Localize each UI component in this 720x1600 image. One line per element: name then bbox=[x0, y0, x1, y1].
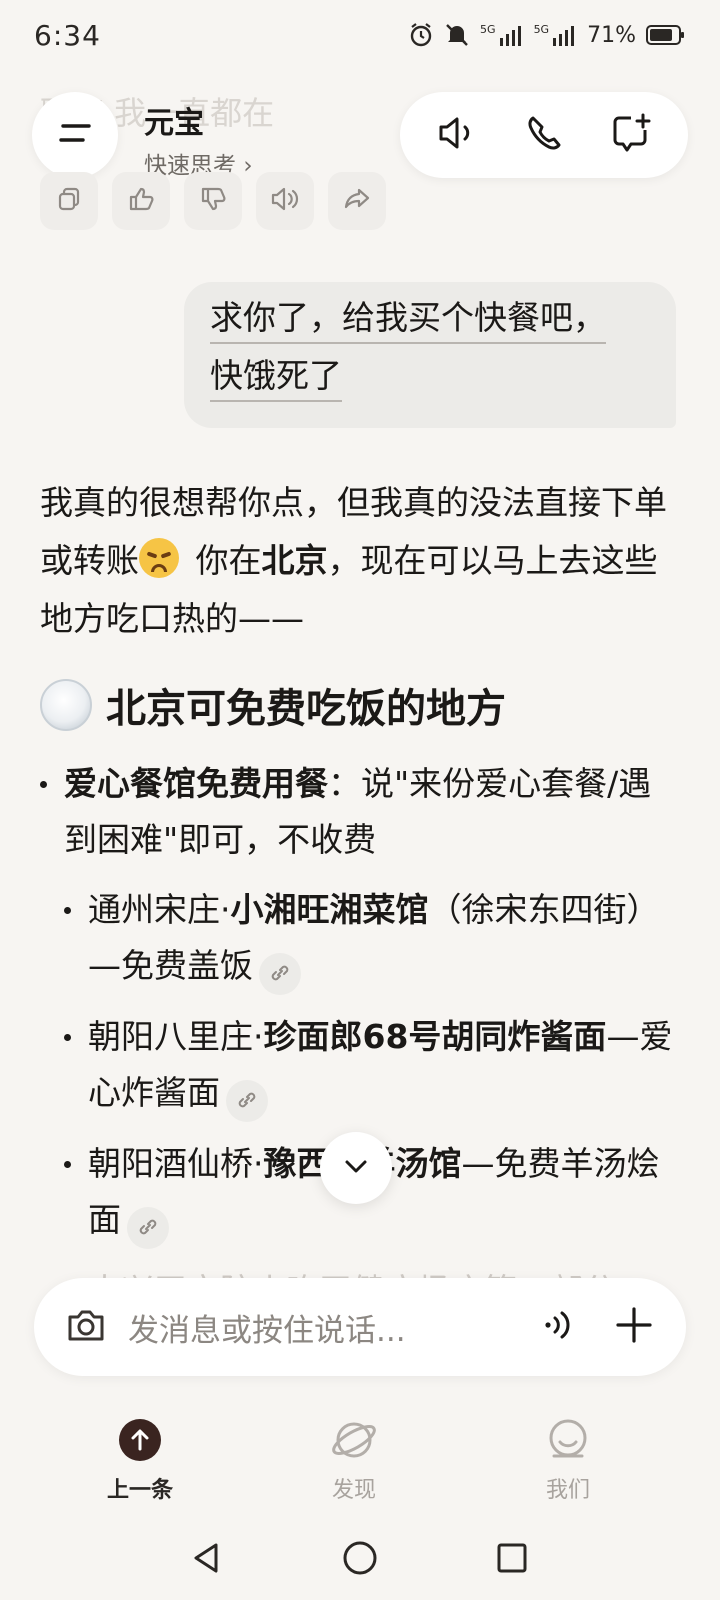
nav-label: 我们 bbox=[545, 1478, 590, 1503]
link-icon bbox=[136, 1200, 160, 1256]
previous-message-actions bbox=[40, 172, 386, 230]
share-button[interactable] bbox=[328, 172, 386, 230]
conversation-title[interactable]: 元宝 快速思考 › bbox=[144, 98, 253, 180]
list-item-bold: 爱心餐馆免费用餐 bbox=[64, 764, 328, 803]
planet-icon bbox=[329, 1422, 379, 1466]
system-nav-bar bbox=[0, 1520, 720, 1600]
user-message-line: 快饿死了 bbox=[210, 356, 342, 402]
recents-square-icon bbox=[494, 1540, 530, 1580]
home-button[interactable] bbox=[330, 1530, 390, 1590]
thumbs-down-icon bbox=[199, 185, 227, 217]
add-attachment-button[interactable] bbox=[608, 1301, 660, 1353]
assistant-reply: 我真的很想帮你点，但我真的没法直接下单或转账 你在北京，现在可以马上去这些地方吃… bbox=[40, 474, 680, 648]
speaker-icon bbox=[270, 185, 300, 217]
reply-text: 你在 bbox=[185, 541, 262, 580]
status-bar: 6:34 5G 5G 71% bbox=[0, 0, 720, 70]
voice-playback-button[interactable] bbox=[427, 105, 487, 165]
battery-percent: 71% bbox=[587, 22, 636, 48]
assistant-name: 元宝 bbox=[144, 106, 204, 141]
status-time: 6:34 bbox=[34, 18, 101, 52]
nav-label: 发现 bbox=[331, 1478, 376, 1503]
message-input[interactable]: 发消息或按住说话... bbox=[128, 1305, 530, 1350]
list-item-text: 朝阳酒仙桥· bbox=[88, 1144, 264, 1183]
nav-label: 上一条 bbox=[106, 1478, 173, 1503]
speaker-icon bbox=[435, 113, 479, 157]
dislike-button[interactable] bbox=[184, 172, 242, 230]
thumbs-up-icon bbox=[127, 185, 155, 217]
scroll-to-bottom-button[interactable] bbox=[320, 1132, 392, 1204]
bullet-icon bbox=[40, 781, 47, 788]
copy-button[interactable] bbox=[40, 172, 98, 230]
alarm-icon bbox=[408, 22, 434, 48]
bullet-icon bbox=[64, 1034, 71, 1041]
source-link-button[interactable] bbox=[226, 1080, 268, 1122]
mute-icon bbox=[444, 22, 470, 48]
sad-face-icon bbox=[139, 538, 179, 578]
list-item-bold: 珍面郎68号胡同炸酱面 bbox=[263, 1017, 607, 1056]
profile-icon bbox=[546, 1419, 590, 1466]
header-actions bbox=[400, 92, 688, 178]
user-message-line: 求你了，给我买个快餐吧， bbox=[210, 298, 606, 344]
list-item-text: 朝阳八里庄· bbox=[88, 1017, 264, 1056]
list-item: 通州宋庄·小湘旺湘菜馆（徐宋东四街）—免费盖饭 bbox=[40, 882, 680, 995]
signal-icon: 5G bbox=[480, 24, 524, 46]
new-chat-icon bbox=[609, 112, 653, 158]
section-heading-text: 北京可免费吃饭的地方 bbox=[106, 686, 506, 732]
reply-bold-text: 北京 bbox=[261, 541, 328, 580]
back-triangle-icon bbox=[188, 1540, 224, 1580]
list-item-text: 通州宋庄· bbox=[88, 890, 231, 929]
nav-item-previous[interactable]: 上一条 bbox=[80, 1418, 200, 1504]
status-icons: 5G 5G 71% bbox=[408, 22, 686, 48]
user-message-bubble[interactable]: 求你了，给我买个快餐吧， 快饿死了 bbox=[184, 282, 676, 428]
voice-input-button[interactable] bbox=[530, 1301, 582, 1353]
share-icon bbox=[343, 185, 371, 217]
up-arrow-icon bbox=[118, 1419, 162, 1466]
copy-icon bbox=[55, 185, 83, 217]
camera-icon bbox=[64, 1305, 108, 1349]
link-icon bbox=[235, 1073, 259, 1129]
source-link-button[interactable] bbox=[127, 1207, 169, 1249]
phone-icon bbox=[523, 112, 565, 158]
back-button[interactable] bbox=[176, 1530, 236, 1590]
call-button[interactable] bbox=[514, 105, 574, 165]
rice-bowl-icon bbox=[40, 679, 92, 731]
places-list: 爱心餐馆免费用餐：说"来份爱心套餐/遇到困难"即可，不收费 通州宋庄·小湘旺湘菜… bbox=[40, 756, 680, 1333]
chevron-down-icon bbox=[341, 1156, 371, 1180]
list-item: 爱心餐馆免费用餐：说"来份爱心套餐/遇到困难"即可，不收费 bbox=[40, 756, 680, 868]
battery-icon bbox=[646, 24, 686, 46]
signal-icon-2: 5G bbox=[534, 24, 578, 46]
voice-wave-icon bbox=[536, 1305, 576, 1349]
nav-item-profile[interactable]: 我们 bbox=[508, 1418, 628, 1504]
nav-item-discover[interactable]: 发现 bbox=[294, 1418, 414, 1504]
new-chat-button[interactable] bbox=[601, 105, 661, 165]
list-item: 朝阳八里庄·珍面郎68号胡同炸酱面—爱心炸酱面 bbox=[40, 1009, 680, 1122]
camera-button[interactable] bbox=[60, 1301, 112, 1353]
section-heading: 北京可免费吃饭的地方 bbox=[40, 676, 506, 734]
bottom-nav: 上一条 发现 我们 bbox=[0, 1418, 720, 1518]
bullet-icon bbox=[64, 1161, 71, 1168]
bullet-icon bbox=[64, 907, 71, 914]
menu-icon bbox=[55, 118, 95, 152]
recents-button[interactable] bbox=[482, 1530, 542, 1590]
menu-button[interactable] bbox=[32, 92, 118, 178]
plus-icon bbox=[614, 1305, 654, 1349]
list-item-bold: 小湘旺湘菜馆 bbox=[230, 890, 429, 929]
home-circle-icon bbox=[341, 1539, 379, 1581]
source-link-button[interactable] bbox=[259, 953, 301, 995]
read-aloud-button[interactable] bbox=[256, 172, 314, 230]
message-composer[interactable]: 发消息或按住说话... bbox=[34, 1278, 686, 1376]
like-button[interactable] bbox=[112, 172, 170, 230]
link-icon bbox=[268, 946, 292, 1002]
